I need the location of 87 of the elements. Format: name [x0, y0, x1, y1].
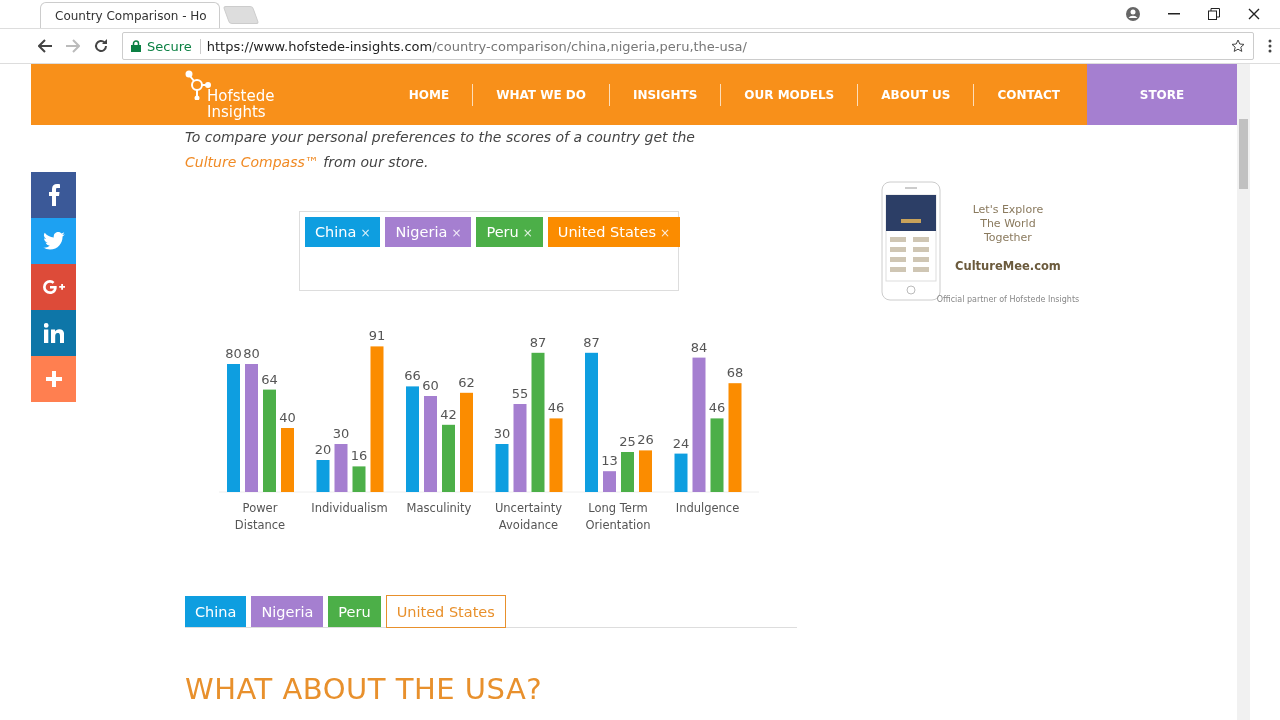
logo-text: Hofstede Insights	[207, 88, 275, 120]
bar	[639, 450, 652, 492]
category-label: Long Term Orientation	[585, 501, 651, 532]
share-button[interactable]	[31, 264, 76, 310]
share-button[interactable]	[31, 172, 76, 218]
intro-text: To compare your personal preferences to the scores of a country get the Culture Compass™ from our store.	[185, 128, 696, 172]
value-label: 80	[225, 346, 242, 361]
back-icon[interactable]	[38, 39, 52, 53]
restore-icon[interactable]	[1208, 8, 1220, 20]
reload-icon[interactable]	[94, 39, 108, 53]
url-text: https://www.hofstede-insights.com/country-comparison/china,nigeria,peru,the-usa/	[206, 38, 747, 54]
bar	[603, 471, 616, 492]
section-heading: WHAT ABOUT THE USA?	[185, 672, 544, 706]
value-label: 25	[619, 434, 636, 449]
value-label: 62	[458, 374, 475, 390]
bar	[495, 444, 509, 492]
value-label: 26	[637, 432, 654, 448]
country-chip[interactable]: Nigeria ×	[385, 217, 472, 247]
ad-site-name: CultureMee.com	[955, 259, 1061, 273]
bar	[442, 424, 455, 492]
tab-title: Country Comparison - Ho	[55, 8, 207, 23]
value-label: 84	[690, 339, 708, 355]
value-label: 87	[529, 334, 547, 350]
browser-tab[interactable]: Country Comparison - Ho	[40, 2, 220, 28]
bar	[281, 428, 294, 492]
value-label: 30	[493, 426, 511, 441]
minimize-icon[interactable]	[1168, 13, 1180, 15]
ad-tagline: Let's Explore The World Together	[971, 203, 1045, 245]
close-icon[interactable]	[1248, 8, 1260, 20]
value-label: 16	[350, 448, 368, 464]
value-label: 46	[708, 400, 726, 416]
value-label: 42	[440, 406, 457, 422]
country-chip[interactable]: United States ×	[547, 217, 681, 247]
value-label: 64	[261, 371, 278, 387]
value-label: 91	[368, 328, 386, 344]
bar	[334, 444, 348, 492]
nav-link[interactable]: WHAT WE DO	[472, 83, 609, 106]
nav-link[interactable]: INSIGHTS	[608, 83, 721, 106]
lock-icon	[131, 40, 141, 52]
scrollbar[interactable]	[1237, 64, 1250, 720]
value-label: 30	[332, 426, 350, 441]
value-label: 24	[672, 435, 690, 451]
country-tab[interactable]: China	[185, 596, 247, 627]
category-label: Masculinity	[406, 501, 472, 515]
linkedin-icon	[43, 323, 64, 343]
google-plus-icon	[42, 280, 65, 294]
bar	[621, 452, 634, 492]
menu-icon[interactable]	[1268, 39, 1272, 53]
bar	[316, 460, 330, 492]
ad-note: Official partner of Hofstede Insights	[935, 294, 1081, 306]
value-label: 60	[422, 378, 439, 393]
value-label: 55	[511, 386, 529, 401]
address-bar[interactable]: Secure https://www.hofstede-insights.com/country-comparison/china,nigeria,peru,the-usa/	[122, 32, 1254, 60]
value-label: 13	[601, 453, 618, 469]
bookmark-star-icon[interactable]	[1231, 39, 1245, 53]
nav-link[interactable]: CONTACT	[973, 83, 1083, 106]
value-label: 66	[404, 368, 421, 384]
country-chip[interactable]: Peru ×	[476, 217, 543, 247]
category-label: Individualism	[311, 501, 388, 515]
nav-link[interactable]: OUR MODELS	[720, 83, 858, 106]
category-label: Uncertainty Avoidance	[494, 501, 563, 532]
category-label: Power Distance	[234, 501, 286, 532]
value-label: 40	[279, 410, 296, 425]
plus-icon	[45, 371, 62, 387]
bird-icon	[42, 232, 65, 250]
bar	[352, 466, 366, 492]
account-icon[interactable]	[1126, 7, 1140, 21]
share-button[interactable]	[31, 310, 76, 356]
share-button[interactable]	[31, 218, 76, 264]
category-label: Indulgence	[675, 501, 740, 515]
value-label: 87	[583, 334, 600, 350]
value-label: 20	[314, 442, 332, 457]
value-label: 68	[726, 365, 744, 381]
culture-compass-link[interactable]: Culture Compass™	[185, 154, 319, 170]
country-tab[interactable]: Nigeria	[251, 596, 324, 627]
country-chip[interactable]: China ×	[305, 217, 381, 247]
nav-link[interactable]: ABOUT US	[857, 83, 974, 106]
country-tab[interactable]: Peru	[328, 596, 381, 627]
store-button[interactable]: STORE	[1087, 64, 1237, 125]
country-select-field[interactable]: China × Nigeria × Peru × United States ×	[299, 211, 679, 291]
value-label: 46	[547, 400, 565, 416]
country-tab[interactable]: United States	[385, 595, 506, 628]
bar	[674, 453, 688, 492]
facebook-icon	[47, 184, 60, 206]
secure-label: Secure	[147, 38, 201, 54]
nav-link[interactable]: HOME	[385, 83, 473, 106]
value-label: 80	[243, 346, 260, 361]
